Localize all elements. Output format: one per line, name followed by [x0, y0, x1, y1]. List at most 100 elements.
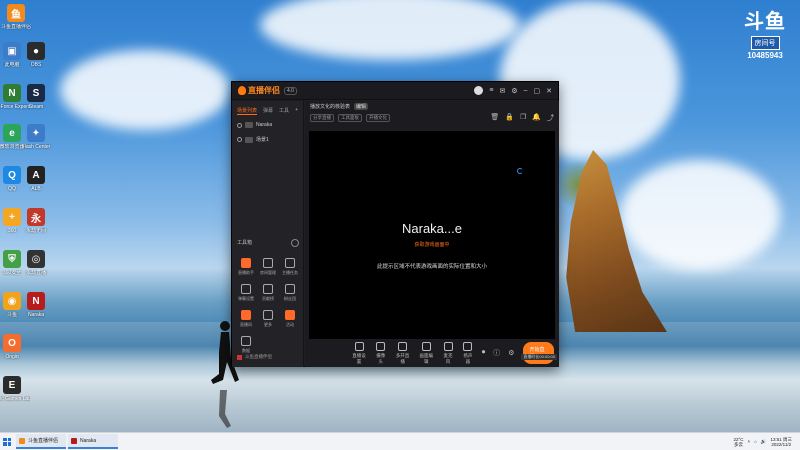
settings-icon[interactable]: ⚙ [511, 87, 517, 95]
more-tools-icon[interactable] [291, 239, 299, 247]
toolbar-item-label: 扬声器 [463, 352, 473, 364]
toolbar-item[interactable]: 直播设置 [351, 341, 367, 365]
taskbar-app[interactable]: 斗鱼直播伴侣 [16, 434, 66, 449]
weather-desc: 多云 [733, 441, 743, 447]
share-icon[interactable]: ⤴ [547, 113, 554, 123]
edit-tag[interactable]: 编辑 [354, 103, 369, 110]
tool-item[interactable]: 主播任务 [279, 258, 301, 276]
cloud [620, 160, 780, 270]
tool-label: 活动 [286, 322, 294, 327]
tool-grid: 直播助手 房间管理 主播任务弹幕设置 贡献榜 粉丝团直播间 更多 活动数据 [235, 258, 301, 354]
desktop-icon-label: Epic Games Launcher [0, 396, 30, 402]
avatar[interactable] [474, 86, 484, 95]
app-icon: 鱼 [7, 4, 25, 22]
network-icon[interactable]: ⌂ [754, 439, 757, 444]
toolbar-item[interactable]: 多开直播 [395, 341, 411, 365]
preview-note: 此提示区域不代表游戏画面的实际位置和大小 [376, 264, 487, 270]
clock[interactable]: 13:51 周三 2022/11/2 [770, 437, 792, 447]
desktop-icon[interactable]: 鱼斗鱼直播伴侣 [0, 4, 34, 30]
start-button[interactable] [0, 433, 14, 450]
main-panel: 播放文化的核验表 编辑 分享直播 工具面板 开播文化 🗑 🔒 ❐ 🔔 ⤴ Nar… [305, 101, 559, 367]
desktop-icon[interactable]: ◎ 永劫直播 [18, 250, 54, 276]
tool-item[interactable]: 更多 [257, 310, 279, 328]
toolbar-item[interactable]: 麦克风 [442, 341, 454, 365]
tool-item[interactable]: 贡献榜 [257, 284, 279, 302]
toolbar-item-label: 多开直播 [395, 352, 410, 364]
desktop-icon-label: 永劫无间 [25, 228, 46, 234]
desktop-icon[interactable]: O Origin [0, 334, 30, 360]
tab-scenes[interactable]: 场景列表 [237, 107, 258, 115]
tool-label: 更多 [264, 322, 272, 327]
toolbar-item-icon [376, 341, 386, 351]
taskbar-app[interactable]: Naraka [68, 434, 118, 449]
taskbar: 斗鱼直播伴侣 Naraka 22°C 多云 ˄ ⌂ 🔊 13:51 周三 2022… [0, 432, 800, 450]
weather-widget[interactable]: 22°C 多云 [733, 437, 743, 447]
start-live-button[interactable]: 开始直播 [522, 342, 554, 364]
volume-icon[interactable]: 🔊 [761, 439, 767, 445]
tool-item[interactable]: 弹幕设置 [235, 284, 257, 302]
tool-item[interactable]: 直播间 [235, 310, 257, 328]
toolbar-item[interactable]: 扬声器 [462, 341, 474, 365]
scene-label: Naraka [256, 122, 273, 128]
beach [0, 380, 800, 432]
desktop-icon-label: Flash Center [21, 144, 51, 150]
info-icon[interactable]: ⓘ [493, 348, 500, 358]
watermark-logo: 斗鱼 [744, 11, 786, 33]
desktop-icon[interactable]: A ALB [18, 166, 54, 192]
visibility-icon[interactable] [237, 137, 242, 142]
desktop-icon[interactable]: 永永劫无间 [18, 208, 54, 234]
tab-danmu[interactable]: 弹幕 [263, 107, 273, 115]
tool-item[interactable]: 数据 [235, 336, 257, 354]
tool-label: 直播助手 [238, 270, 254, 275]
scene-item[interactable]: Naraka [232, 118, 303, 132]
toolbar-item-label: 直播设置 [352, 352, 366, 364]
sidebar-footer[interactable]: 斗鱼直播伴侣 [237, 354, 272, 360]
scene-item[interactable]: 场景1 [232, 132, 303, 147]
tool-item[interactable]: 房间管理 [257, 258, 279, 276]
loading-spinner-icon [517, 168, 523, 174]
toolbar-item[interactable]: 摄像头 [375, 341, 387, 365]
desktop-icon[interactable]: ✦ Flash Center [18, 124, 54, 150]
app-icon: A [27, 166, 45, 184]
tool-label: 弹幕设置 [238, 296, 254, 301]
tool-item[interactable]: 直播助手 [235, 258, 257, 276]
chip-tools[interactable]: 工具面板 [338, 113, 362, 122]
toolbar-item-label: 麦克风 [443, 352, 453, 364]
desktop-icon[interactable]: S Steam [18, 84, 54, 110]
add-scene-icon[interactable]: + [295, 107, 298, 115]
desktop-icon[interactable]: E Epic Games Launcher [0, 376, 30, 402]
tab-tools[interactable]: 工具 [279, 107, 289, 115]
bottom-toolbar: 直播设置摄像头多开直播画面编辑麦克风扬声器 ⏺ ⓘ ⚙ 开始直播 [305, 339, 559, 367]
menu-icon[interactable]: ≡ [489, 87, 493, 94]
copy-icon[interactable]: ❐ [520, 113, 526, 123]
chevron-up-icon[interactable]: ˄ [748, 439, 751, 444]
tool-icon [241, 336, 251, 346]
visibility-icon[interactable] [237, 122, 242, 128]
close-icon[interactable]: ✕ [546, 87, 552, 95]
system-tray: 22°C 多云 ˄ ⌂ 🔊 13:51 周三 2022/11/2 [733, 437, 800, 447]
tool-item[interactable]: 活动 [279, 310, 301, 328]
gear-icon[interactable]: ⚙ [508, 349, 514, 357]
stream-preview[interactable]: Naraka...e 获取游戏画面中 此提示区域不代表游戏画面的实际位置和大小 [309, 131, 555, 339]
desktop-icon[interactable]: ● OBS [18, 42, 54, 68]
record-icon[interactable]: ⏺ [482, 349, 486, 357]
mail-icon[interactable]: ✉ [499, 87, 505, 95]
weather-temp: 22°C [733, 436, 744, 442]
trash-icon[interactable]: 🗑 [490, 113, 499, 123]
minimize-icon[interactable]: – [524, 87, 528, 94]
toolbar-item[interactable]: 画面编辑 [418, 341, 434, 365]
maximize-icon[interactable]: ▢ [534, 87, 541, 95]
bell-icon[interactable]: 🔔 [532, 113, 541, 123]
windows-icon [3, 437, 11, 446]
chip-share[interactable]: 分享直播 [310, 113, 334, 122]
chip-culture[interactable]: 开播文化 [366, 113, 390, 122]
version-badge[interactable]: 4.0 [284, 86, 297, 95]
tool-icon [263, 258, 273, 268]
desktop-icon[interactable]: N Naraka [18, 292, 54, 318]
tool-icon [285, 284, 295, 294]
tool-label: 粉丝团 [284, 296, 296, 301]
toolbar-item-icon [398, 341, 408, 351]
lock-icon[interactable]: 🔒 [505, 113, 514, 123]
tool-item[interactable]: 粉丝团 [279, 284, 301, 302]
toolbox-header: 工具箱 [237, 239, 299, 247]
